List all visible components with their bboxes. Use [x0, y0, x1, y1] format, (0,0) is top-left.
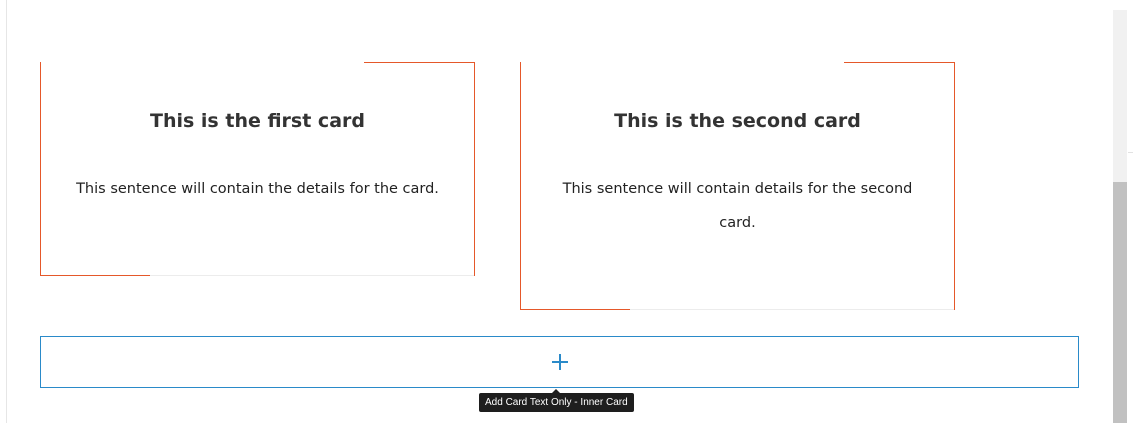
panel-edge-divider: [1128, 152, 1133, 153]
card-text: This sentence will contain details for t…: [562, 181, 913, 231]
card-accent-bottom: [40, 275, 150, 276]
card-title: This is the first card: [150, 110, 365, 132]
card-border-bottom: [630, 309, 955, 310]
card-accent-left: [520, 62, 521, 310]
add-block-button[interactable]: [40, 336, 1079, 388]
card-title: This is the second card: [614, 110, 861, 132]
add-block-tooltip: Add Card Text Only - Inner Card: [479, 389, 634, 412]
scrollbar-thumb[interactable]: [1113, 182, 1127, 423]
canvas-left-border: [6, 0, 7, 423]
card-first[interactable]: This is the first card This sentence wil…: [40, 62, 475, 276]
plus-icon: [551, 354, 568, 370]
card-second[interactable]: This is the second card This sentence wi…: [520, 62, 955, 310]
card-accent-top: [844, 62, 955, 63]
card-accent-top: [364, 62, 475, 63]
card-accent-left: [40, 62, 41, 276]
card-text: This sentence will contain the details f…: [76, 181, 439, 197]
editor-canvas: This is the first card This sentence wil…: [0, 0, 1133, 423]
card-border-bottom: [150, 275, 475, 276]
card-accent-bottom: [520, 309, 630, 310]
card-accent-right: [474, 62, 475, 276]
card-accent-right: [954, 62, 955, 310]
scrollbar-track[interactable]: [1113, 10, 1127, 423]
